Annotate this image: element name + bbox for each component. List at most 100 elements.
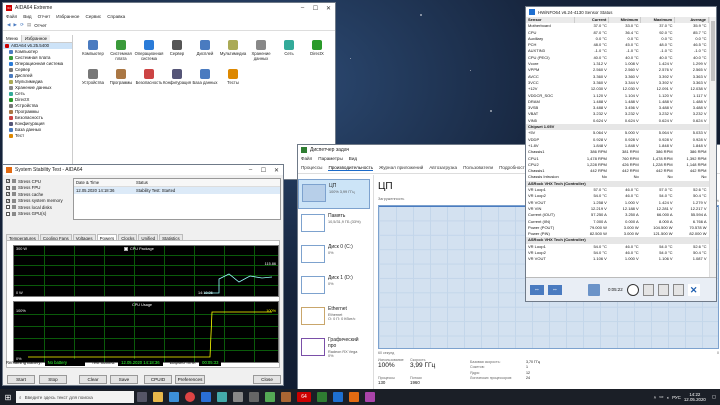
tm-tab[interactable]: Подробности (499, 165, 527, 171)
category-icon[interactable] (284, 40, 294, 50)
stress-checkbox[interactable] (6, 211, 10, 216)
tree-item[interactable]: Тест (9, 133, 72, 139)
close-icon[interactable]: ✕ (687, 283, 700, 296)
category-icon[interactable] (228, 69, 238, 79)
preferences-button[interactable]: Preferences (175, 375, 205, 384)
close-button[interactable]: Close (253, 375, 281, 384)
category-icon[interactable] (116, 69, 126, 79)
category-icon[interactable] (172, 40, 182, 50)
maximize-icon[interactable]: ☐ (309, 3, 322, 13)
tm-menu-file[interactable]: Файл (301, 156, 312, 161)
taskbar-search[interactable]: ⌕ Введите здесь текст для поиска (16, 391, 134, 403)
close-icon[interactable]: ✕ (322, 3, 335, 13)
settings-icon[interactable] (249, 392, 259, 402)
misc-taskbar-icon[interactable] (365, 392, 375, 402)
stability-taskbar-icon[interactable] (349, 392, 359, 402)
language-indicator[interactable]: РУС (672, 395, 681, 400)
tm-menu-view[interactable]: Вид (349, 156, 357, 161)
nav-collapse-icon[interactable]: ⇔ (548, 284, 562, 295)
stress-checkbox[interactable] (6, 205, 10, 210)
tm-menu-options[interactable]: Параметры (318, 156, 343, 161)
category-icon[interactable] (172, 69, 182, 79)
mail-icon[interactable] (217, 392, 227, 402)
perf-side-item[interactable]: Диск 0 (C:) 0% (298, 241, 370, 271)
tab-menu[interactable]: Меню (3, 35, 22, 42)
category-icon[interactable] (256, 40, 266, 50)
start-button[interactable]: Start (7, 375, 35, 384)
category-icon[interactable] (116, 40, 126, 50)
stress-checkbox[interactable]: ✓ (6, 192, 10, 197)
settings-icon[interactable] (657, 283, 669, 296)
chrome-icon[interactable] (185, 392, 195, 402)
category-icon[interactable] (200, 40, 210, 50)
report-icon[interactable]: ▤ (27, 22, 31, 28)
tm-tab[interactable]: Автозагрузка (429, 165, 457, 171)
tab-favorites[interactable]: Избранное (21, 35, 51, 42)
tm-tab[interactable]: Пользователи (463, 165, 493, 171)
minimize-icon[interactable]: – (244, 165, 257, 175)
photos-icon[interactable] (233, 392, 243, 402)
network-icon[interactable] (588, 283, 600, 296)
stress-checkbox[interactable]: ✓ (6, 179, 10, 184)
menu-favorites[interactable]: Избранное (56, 14, 79, 19)
tm-tab[interactable]: Процессы (301, 165, 322, 171)
edge-icon[interactable] (169, 392, 179, 402)
close-icon[interactable]: ✕ (270, 165, 283, 175)
perf-side-item[interactable]: Графический про Radeon RX Vega 0% (298, 334, 370, 364)
tm-tab[interactable]: Производительность (328, 165, 374, 171)
menu-file[interactable]: Файл (6, 14, 17, 19)
stress-option[interactable]: Stress GPU(s) (6, 211, 70, 218)
log-header-datetime[interactable]: Date & Time (74, 179, 134, 186)
report-icon[interactable] (642, 283, 654, 296)
maximize-icon[interactable]: ☐ (257, 165, 270, 175)
perf-side-item[interactable]: Память 10,5/31,9 ГБ (33%) (298, 210, 370, 240)
aida64-taskbar-icon[interactable]: 64 (297, 392, 311, 402)
notes-icon[interactable] (281, 392, 291, 402)
back-icon[interactable]: ◀ (7, 22, 11, 28)
aida64-title-bar[interactable]: 64 AIDA64 Extreme – ☐ ✕ (3, 3, 335, 13)
minimize-icon[interactable]: – (296, 3, 309, 13)
save-button[interactable]: Save (110, 375, 138, 384)
stability-title-bar[interactable]: System Stability Test - AIDA64 – ☐ ✕ (3, 165, 283, 175)
clear-button[interactable]: Clear (79, 375, 107, 384)
menu-tools[interactable]: Сервис (85, 14, 101, 19)
category-icon[interactable] (312, 40, 322, 50)
category-icon[interactable] (144, 40, 154, 50)
network-tray-icon[interactable]: ▭ (659, 394, 663, 400)
category-label[interactable]: Тесты (217, 80, 249, 86)
volume-icon[interactable]: ◖ (666, 395, 669, 400)
stress-checkbox[interactable]: ✓ (6, 198, 10, 203)
notification-icon[interactable]: ▢ (712, 394, 716, 400)
category-icon[interactable] (200, 69, 210, 79)
forward-icon[interactable]: ▶ (14, 22, 18, 28)
clock[interactable]: 14:22 12.05.2020 (684, 392, 706, 402)
menu-help[interactable]: Справка (107, 14, 125, 19)
stress-checkbox[interactable]: ✓ (6, 185, 10, 190)
task-view-icon[interactable] (137, 392, 147, 402)
nav-left-right-icon[interactable]: ⇔ (530, 284, 544, 295)
cpuid-button[interactable]: CPUID (144, 375, 172, 384)
category-icon[interactable] (228, 40, 238, 50)
hwinfo-title-bar[interactable]: HWiNFO64 v6.24-4130 Sensor Status (526, 7, 716, 17)
perf-side-item[interactable]: Диск 1 (D:) 0% (298, 272, 370, 302)
sensor-row[interactable]: VR VOUT 1.106 V 1.000 V 1.106 V 1.087 V (526, 256, 709, 262)
refresh-icon[interactable]: ⟳ (20, 22, 24, 28)
category-label[interactable]: DirectX (301, 51, 333, 57)
category-icon[interactable] (144, 69, 154, 79)
category-icon[interactable] (88, 40, 98, 50)
stop-button[interactable]: Stop (39, 375, 67, 384)
report-button[interactable]: Отчет (34, 23, 47, 28)
perf-side-item[interactable]: ЦП 100% 3,99 ГГц (298, 179, 370, 209)
store-icon[interactable] (201, 392, 211, 402)
task-manager-taskbar-icon[interactable] (317, 392, 327, 402)
tray-up-icon[interactable]: ˄ (654, 395, 657, 400)
media-icon[interactable] (265, 392, 275, 402)
scrollbar-thumb[interactable] (711, 21, 715, 81)
menu-report[interactable]: Отчет (38, 14, 51, 19)
log-header-status[interactable]: Status (134, 179, 150, 186)
category-icon[interactable] (88, 69, 98, 79)
sensor-scrollbar[interactable] (709, 17, 716, 279)
tm-tab[interactable]: Журнал приложений (379, 165, 423, 171)
explorer-icon[interactable] (153, 392, 163, 402)
perf-side-item[interactable]: Ethernet Ethernet О: 0 П: 0 Кбит/с (298, 303, 370, 333)
